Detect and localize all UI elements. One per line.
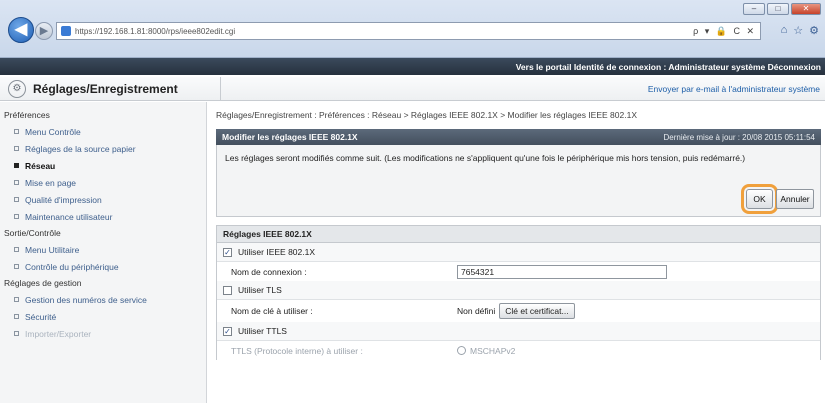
site-favicon-icon [61, 26, 71, 36]
use-ieee-label: Utiliser IEEE 802.1X [238, 247, 316, 257]
sidebar-item-securite[interactable]: Sécurité [0, 308, 206, 325]
top-bar: Vers le portail Identité de connexion : … [0, 58, 825, 75]
bullet-icon [14, 297, 19, 302]
url-text: https://192.168.1.81:8000/rps/ieee802edi… [75, 26, 236, 36]
sidebar-item-source-papier[interactable]: Réglages de la source papier [0, 140, 206, 157]
key-certificate-button[interactable]: Clé et certificat... [499, 303, 575, 319]
key-name-label: Nom de clé à utiliser : [231, 306, 313, 316]
last-update: Dernière mise à jour : 20/08 2015 05:11:… [663, 132, 815, 142]
use-ttls-row: ✓ Utiliser TTLS [217, 322, 820, 341]
back-button[interactable]: ◀ [8, 17, 34, 43]
key-name-row: Nom de clé à utiliser : Non défini Clé e… [217, 300, 820, 322]
sidebar-item-importer-exporter[interactable]: Importer/Exporter [0, 325, 206, 342]
browser-toolbar: ⌂ ☆ ⚙ [781, 24, 819, 37]
bullet-icon [14, 146, 19, 151]
use-tls-checkbox[interactable] [223, 285, 232, 295]
login-name-label: Nom de connexion : [231, 266, 307, 277]
ok-button[interactable]: OK [741, 184, 778, 214]
bullet-icon [14, 214, 19, 219]
settings-gear-logo-icon: ⚙ [8, 79, 26, 98]
maximize-button[interactable]: □ [767, 3, 789, 15]
bullet-icon [14, 314, 19, 319]
sidebar-item-reseau[interactable]: Réseau [0, 157, 206, 174]
top-links[interactable]: Vers le portail Identité de connexion : … [516, 62, 821, 72]
ieee-settings-section: Réglages IEEE 802.1X ✓ Utiliser IEEE 802… [216, 225, 821, 360]
sidebar-heading-reglages-gestion[interactable]: Réglages de gestion [0, 275, 206, 291]
sidebar-heading-sortie-controle[interactable]: Sortie/Contrôle [0, 225, 206, 241]
settings-gear-icon[interactable]: ⚙ [809, 24, 819, 37]
ttls-protocol-label: TTLS (Protocole interne) à utiliser : [231, 345, 363, 356]
mschapv2-label: MSCHAPv2 [470, 345, 516, 356]
bullet-icon [14, 163, 19, 168]
header: ⚙ Réglages/Enregistrement Envoyer par e-… [0, 77, 825, 101]
sidebar-item-maintenance[interactable]: Maintenance utilisateur [0, 208, 206, 225]
confirmation-panel: Les réglages seront modifiés comme suit.… [216, 145, 821, 217]
panel-title: Modifier les réglages IEEE 802.1X [222, 132, 358, 142]
bullet-icon [14, 197, 19, 202]
mschapv2-radio[interactable] [457, 346, 466, 355]
button-row: OK Annuler [741, 184, 814, 214]
address-tools[interactable]: ρ ▾ 🔒 C ✕ [693, 26, 756, 37]
browser-chrome: – □ ✕ ◀ ▶ https://192.168.1.81:8000/rps/… [0, 0, 825, 58]
panel-header: Modifier les réglages IEEE 802.1X Derniè… [216, 129, 821, 145]
home-icon[interactable]: ⌂ [781, 24, 788, 37]
forward-arrow-icon: ▶ [39, 25, 49, 37]
sidebar-item-gestion-numeros[interactable]: Gestion des numéros de service [0, 291, 206, 308]
sidebar-item-mise-en-page[interactable]: Mise en page [0, 174, 206, 191]
bullet-icon [14, 180, 19, 185]
use-ieee-row: ✓ Utiliser IEEE 802.1X [217, 243, 820, 262]
favorites-star-icon[interactable]: ☆ [793, 24, 803, 37]
ttls-protocol-row: TTLS (Protocole interne) à utiliser : MS… [217, 341, 820, 360]
use-tls-label: Utiliser TLS [238, 285, 282, 295]
sidebar: Préférences Menu Contrôle Réglages de la… [0, 102, 207, 403]
back-arrow-icon: ◀ [14, 21, 28, 38]
cancel-button[interactable]: Annuler [776, 189, 814, 209]
sidebar-item-qualite-impression[interactable]: Qualité d'impression [0, 191, 206, 208]
sidebar-item-controle-peripherique[interactable]: Contrôle du périphérique [0, 258, 206, 275]
close-window-button[interactable]: ✕ [791, 3, 821, 15]
window-controls: – □ ✕ [743, 3, 821, 15]
use-ieee-checkbox[interactable]: ✓ [223, 247, 232, 257]
forward-button[interactable]: ▶ [35, 22, 53, 40]
bullet-icon [14, 129, 19, 134]
key-name-value: Non défini [457, 306, 496, 316]
breadcrumb[interactable]: Réglages/Enregistrement : Préférences : … [216, 110, 821, 122]
bullet-icon [14, 331, 19, 336]
bullet-icon [14, 247, 19, 252]
use-ttls-label: Utiliser TTLS [238, 326, 287, 336]
sidebar-heading-preferences[interactable]: Préférences [0, 107, 206, 123]
section-title: Réglages IEEE 802.1X [217, 226, 820, 243]
bullet-icon [14, 264, 19, 269]
confirmation-message: Les réglages seront modifiés comme suit.… [225, 153, 746, 163]
login-name-input[interactable]: 7654321 [457, 264, 667, 279]
sidebar-item-menu-controle[interactable]: Menu Contrôle [0, 123, 206, 140]
page-title: Réglages/Enregistrement [33, 81, 178, 96]
login-name-row: Nom de connexion : 7654321 [217, 262, 820, 281]
minimize-button[interactable]: – [743, 3, 765, 15]
use-tls-row: Utiliser TLS [217, 281, 820, 300]
sidebar-item-menu-utilitaire[interactable]: Menu Utilitaire [0, 241, 206, 258]
main-content: Réglages/Enregistrement : Préférences : … [216, 102, 821, 360]
address-bar[interactable]: https://192.168.1.81:8000/rps/ieee802edi… [56, 22, 761, 40]
use-ttls-checkbox[interactable]: ✓ [223, 326, 232, 336]
send-email-link[interactable]: Envoyer par e-mail à l'administrateur sy… [648, 84, 820, 94]
